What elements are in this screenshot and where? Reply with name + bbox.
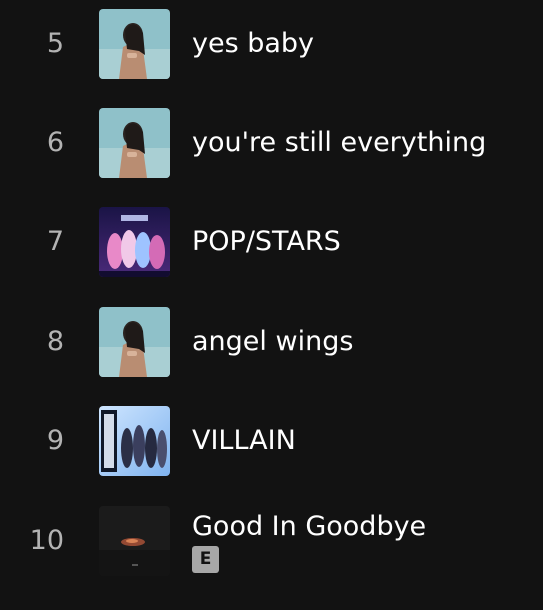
- portrait-cover-art: [99, 307, 170, 377]
- track-row[interactable]: 5 yes baby: [0, 8, 543, 80]
- track-number: 9: [46, 425, 64, 456]
- track-title: POP/STARS: [192, 226, 341, 257]
- album-art: [99, 506, 170, 576]
- track-row[interactable]: 8 angel wings: [0, 306, 543, 378]
- portrait-cover-art: [99, 108, 170, 178]
- all-out-cover-art: [99, 406, 170, 476]
- track-title: you're still everything: [192, 127, 487, 158]
- track-title: Good In Goodbye: [192, 511, 427, 542]
- track-number: 8: [46, 326, 64, 357]
- track-row[interactable]: 7 POP/STARS: [0, 206, 543, 278]
- track-title: yes baby: [192, 28, 315, 59]
- explicit-badge: E: [192, 546, 219, 573]
- album-art: [99, 108, 170, 178]
- album-art: [99, 406, 170, 476]
- track-title: VILLAIN: [192, 425, 296, 456]
- album-art: [99, 9, 170, 79]
- portrait-cover-art: [99, 9, 170, 79]
- track-number: 6: [46, 127, 64, 158]
- album-art: [99, 207, 170, 277]
- track-row[interactable]: 6 you're still everything: [0, 107, 543, 179]
- track-list: 5 yes baby 6 you're still everything 7 P…: [0, 0, 543, 610]
- dark-fire-cover-art: [99, 506, 170, 576]
- track-row[interactable]: 9 VILLAIN: [0, 405, 543, 477]
- track-number: 5: [46, 28, 64, 59]
- kda-group-cover-art: [99, 207, 170, 277]
- track-row[interactable]: 10 Good In Goodbye E: [0, 505, 543, 577]
- album-art: [99, 307, 170, 377]
- track-number: 7: [46, 226, 64, 257]
- track-title: angel wings: [192, 326, 354, 357]
- track-number: 10: [29, 525, 64, 556]
